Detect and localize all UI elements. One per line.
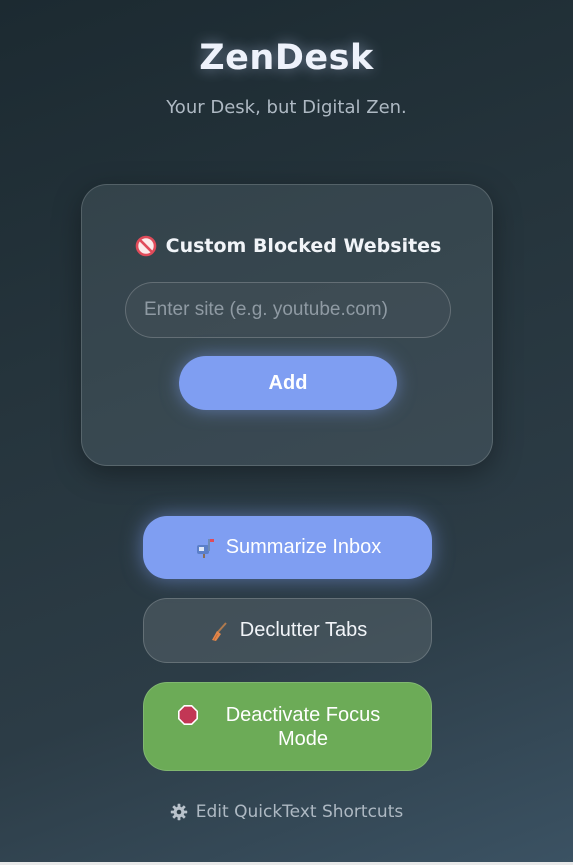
stop-sign-icon	[177, 704, 199, 726]
declutter-tabs-button[interactable]: Declutter Tabs	[143, 598, 432, 663]
zendesk-popup: ZenDesk Your Desk, but Digital Zen. Cust…	[0, 0, 573, 862]
edit-quicktext-link[interactable]: Edit QuickText Shortcuts	[0, 802, 573, 822]
site-input[interactable]	[125, 282, 451, 338]
app-title: ZenDesk	[199, 38, 374, 78]
broom-icon	[208, 620, 230, 642]
app-subtitle: Your Desk, but Digital Zen.	[166, 97, 407, 118]
no-entry-icon	[135, 235, 157, 257]
add-site-button[interactable]: Add	[179, 356, 397, 410]
deactivate-focus-mode-label: Deactivate Focus Mode	[225, 703, 381, 750]
summarize-inbox-button[interactable]: Summarize Inbox	[143, 516, 432, 579]
deactivate-focus-mode-button[interactable]: Deactivate Focus Mode	[143, 682, 432, 771]
summarize-inbox-label: Summarize Inbox	[225, 536, 382, 558]
edit-quicktext-label: Edit QuickText Shortcuts	[195, 802, 404, 822]
mailbox-icon	[194, 537, 216, 559]
blocked-sites-title: Custom Blocked Websites	[165, 235, 442, 257]
gear-icon	[170, 803, 188, 821]
blocked-sites-card: Custom Blocked Websites Add	[81, 184, 493, 466]
declutter-tabs-label: Declutter Tabs	[239, 619, 368, 641]
blocked-sites-header: Custom Blocked Websites	[82, 235, 494, 257]
